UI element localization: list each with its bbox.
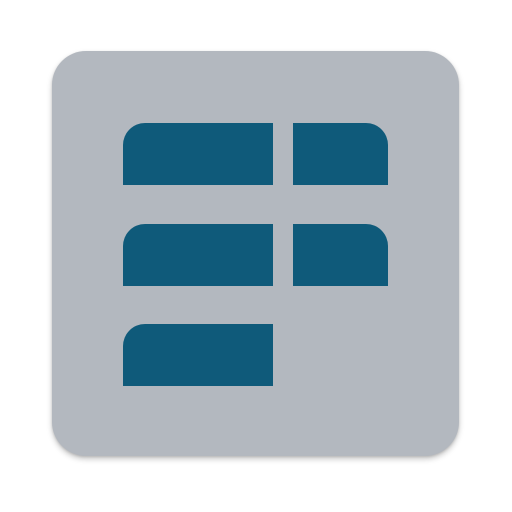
grid-block-bottom-left	[123, 324, 273, 386]
grid-block-top-right	[293, 123, 388, 185]
icon-canvas	[0, 0, 512, 512]
app-icon[interactable]	[52, 51, 459, 456]
grid-block-middle-right	[293, 224, 388, 286]
grid-block-middle-left	[123, 224, 273, 286]
grid-block-top-left	[123, 123, 273, 185]
